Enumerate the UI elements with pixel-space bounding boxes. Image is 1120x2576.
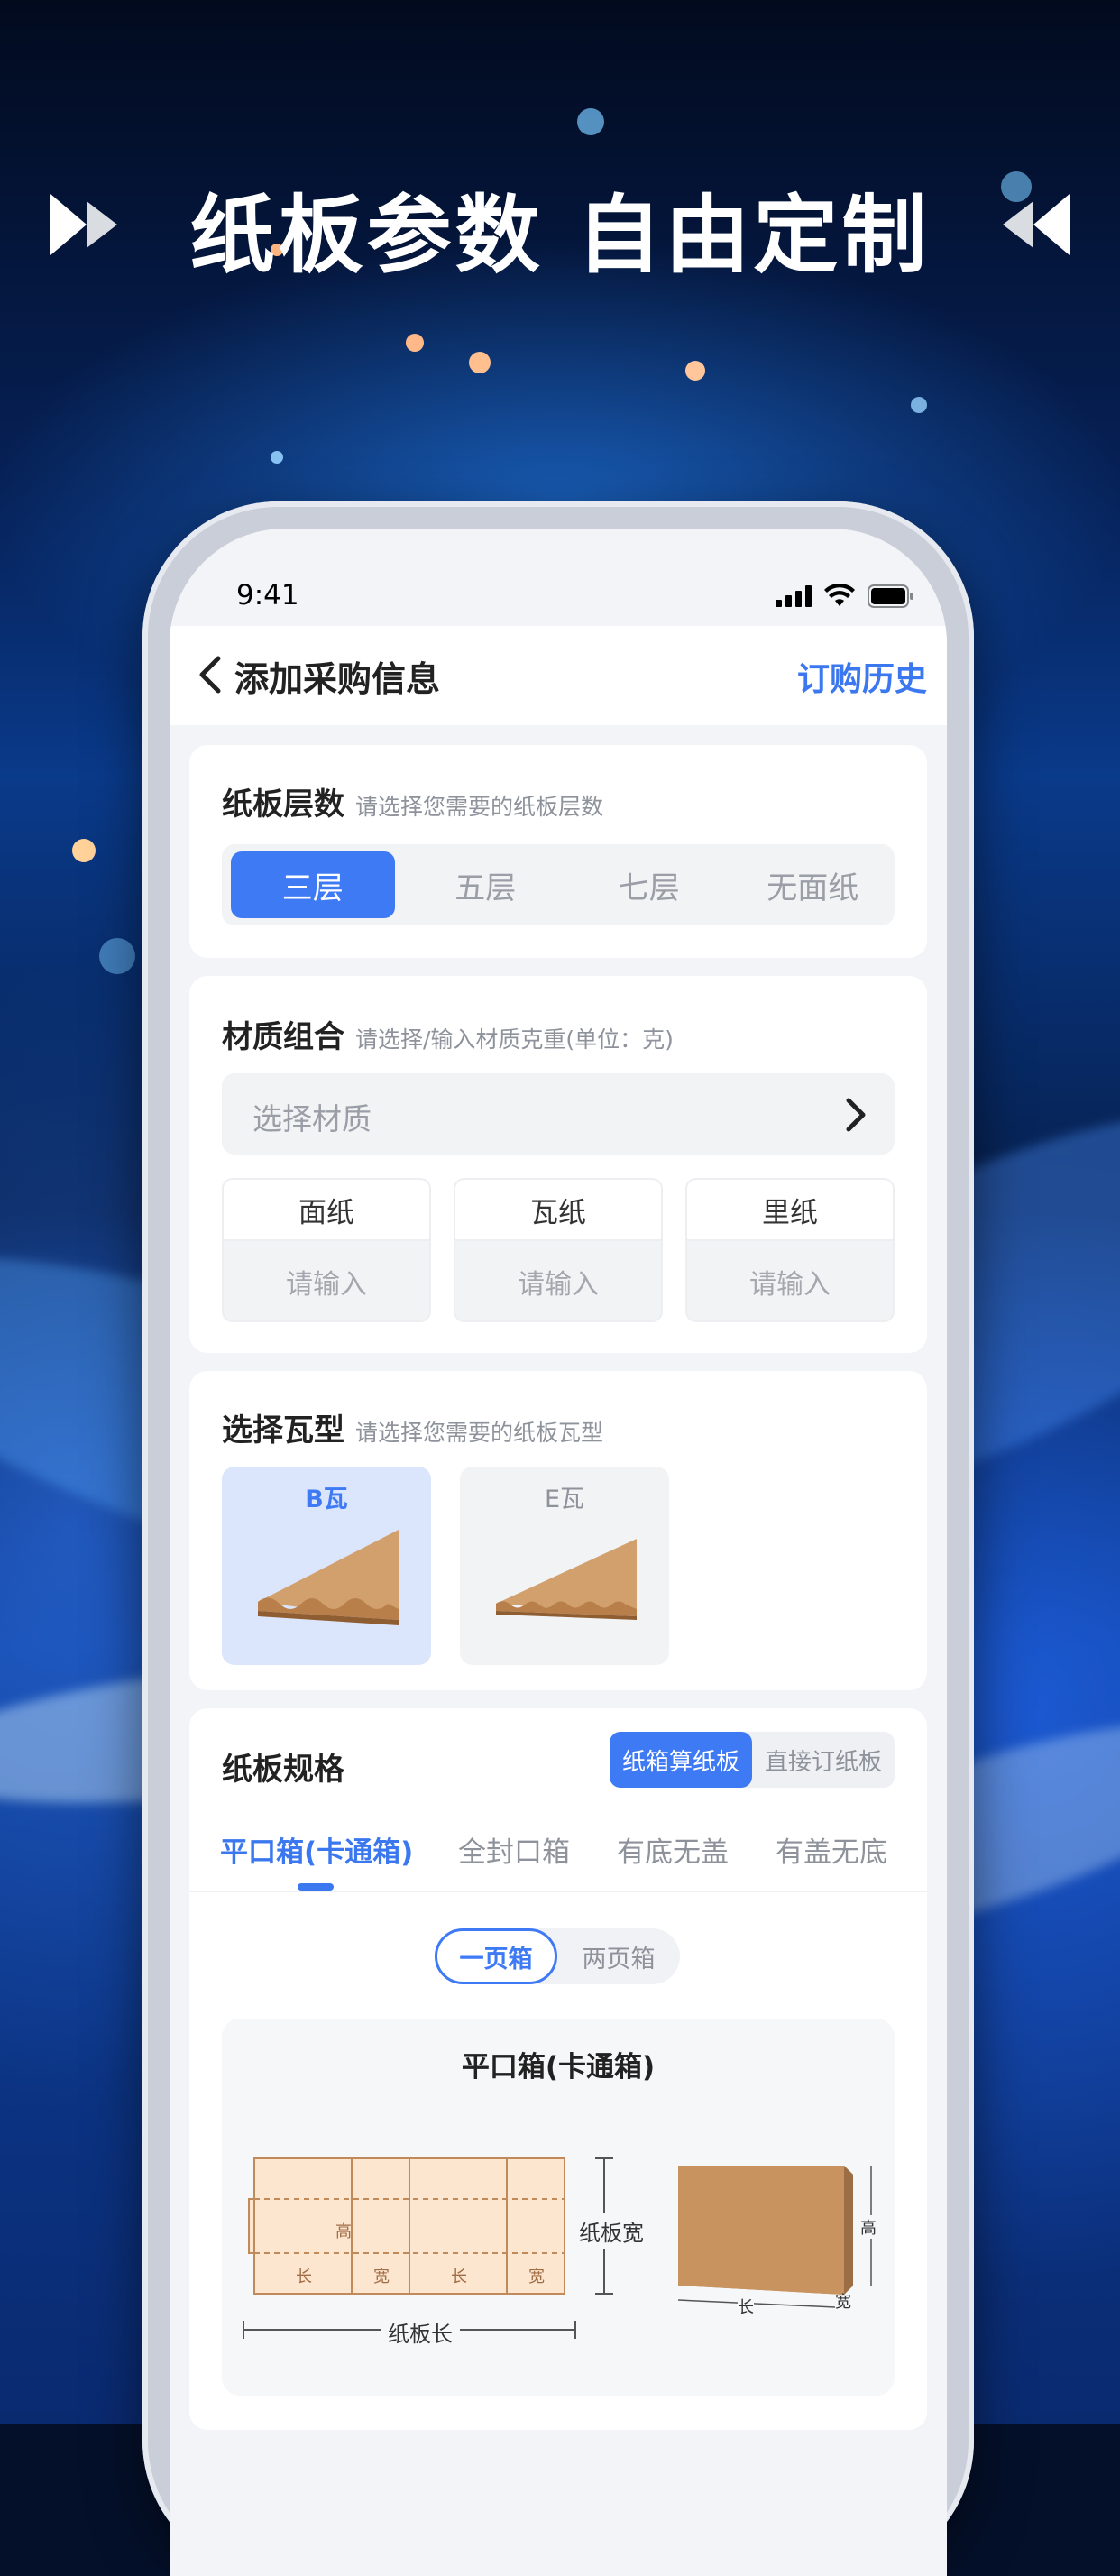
layer-option-5[interactable]: 五层 <box>404 844 568 925</box>
headline-text: 纸板参数 自由定制 <box>189 187 931 285</box>
liner-paper-field: 里纸 请输入 <box>685 1178 895 1322</box>
form-content: 纸板层数 请选择您需要的纸板层数 三层 五层 七层 无面纸 材质组合 请选择/输入材… <box>170 727 947 2576</box>
active-tab-indicator <box>298 1883 334 1891</box>
spec-mode-switch: 纸箱算纸板 直接订纸板 <box>609 1732 895 1788</box>
chevron-right-icon <box>846 1098 866 1132</box>
flute-paper-field: 瓦纸 请输入 <box>454 1178 663 1322</box>
face-paper-field: 面纸 请输入 <box>222 1178 431 1322</box>
flute-title: 选择瓦型 <box>222 1412 344 1449</box>
tab-bottom-no-lid[interactable]: 有底无盖 <box>617 1829 729 1870</box>
material-select[interactable]: 选择材质 <box>222 1073 895 1155</box>
flute-hint: 请选择您需要的纸板瓦型 <box>355 1420 604 1446</box>
back-icon[interactable] <box>193 653 229 696</box>
face-paper-label: 面纸 <box>224 1180 429 1241</box>
diagram-board-length-label: 纸板长 <box>381 2316 460 2348</box>
play-right-icon <box>50 179 132 278</box>
status-time: 9:41 <box>236 579 299 612</box>
status-bar: 9:41 <box>170 579 947 624</box>
two-page-box-option[interactable]: 两页箱 <box>557 1928 680 1984</box>
corrugated-board-b-icon <box>258 1530 399 1625</box>
material-hint: 请选择/输入材质克重(单位：克) <box>355 1026 674 1053</box>
wifi-icon <box>824 584 855 606</box>
material-card: 材质组合请选择/输入材质克重(单位：克) 选择材质 面纸 请输入 瓦纸 请输入 <box>189 976 927 1353</box>
tab-sealed-box[interactable]: 全封口箱 <box>458 1829 570 1870</box>
material-inputs: 面纸 请输入 瓦纸 请输入 里纸 请输入 <box>222 1178 895 1322</box>
layer-option-none[interactable]: 无面纸 <box>731 844 895 925</box>
mode-direct-board[interactable]: 直接订纸板 <box>752 1732 895 1788</box>
box-type-tabs: 平口箱(卡通箱) 全封口箱 有底无盖 有盖无底 <box>189 1809 927 1892</box>
order-history-link[interactable]: 订购历史 <box>797 653 927 700</box>
box-diagram: 平口箱(卡通箱) 高 长 宽 长 宽 纸板长 纸板宽 高 长 宽 <box>222 2019 895 2396</box>
diagram-box-height-label: 高 <box>860 2215 877 2239</box>
nav-bar: 添加采购信息 订购历史 <box>170 626 947 725</box>
flute-option-e[interactable]: E瓦 <box>460 1467 669 1665</box>
liner-paper-input[interactable]: 请输入 <box>687 1241 893 1320</box>
flute-option-b[interactable]: B瓦 <box>222 1467 431 1665</box>
one-page-box-option[interactable]: 一页箱 <box>435 1928 557 1984</box>
flute-card: 选择瓦型 请选择您需要的纸板瓦型 B瓦 E瓦 <box>189 1371 927 1690</box>
tab-lid-no-bottom[interactable]: 有盖无底 <box>776 1829 887 1870</box>
spec-title: 纸板规格 <box>222 1752 344 1788</box>
diagram-width-label-1: 宽 <box>373 2268 390 2286</box>
battery-icon <box>868 584 913 608</box>
spec-card: 纸板规格 纸箱算纸板 直接订纸板 平口箱(卡通箱) 全封口箱 有底无盖 有盖无底… <box>189 1708 927 2430</box>
box-unfold-diagram <box>243 2157 872 2339</box>
material-heading: 材质组合 请选择/输入材质克重(单位：克) <box>222 1012 674 1056</box>
page-toggle: 一页箱 两页箱 <box>435 1928 680 1984</box>
flute-paper-input[interactable]: 请输入 <box>455 1241 661 1320</box>
layers-card: 纸板层数 请选择您需要的纸板层数 三层 五层 七层 无面纸 <box>189 745 927 958</box>
layers-hint: 请选择您需要的纸板层数 <box>355 794 604 820</box>
diagram-box-width-label: 宽 <box>835 2293 851 2312</box>
layer-option-3[interactable]: 三层 <box>231 851 395 918</box>
diagram-length-label-1: 长 <box>296 2268 312 2286</box>
liner-paper-label: 里纸 <box>687 1180 893 1241</box>
promo-headline: 纸板参数 自由定制 <box>0 167 1120 290</box>
tab-flat-box[interactable]: 平口箱(卡通箱) <box>220 1829 413 1870</box>
material-select-placeholder: 选择材质 <box>252 1101 372 1136</box>
diagram-board-width-label: 纸板宽 <box>579 2213 644 2249</box>
diagram-length-label-2: 长 <box>451 2268 467 2286</box>
play-left-icon <box>988 179 1070 278</box>
diagram-height-label: 高 <box>335 2222 352 2241</box>
material-title: 材质组合 <box>222 1019 344 1055</box>
layers-heading: 纸板层数 请选择您需要的纸板层数 <box>222 779 603 823</box>
signal-icon <box>776 585 812 607</box>
page-title: 添加采购信息 <box>234 659 441 699</box>
layers-title: 纸板层数 <box>222 787 344 823</box>
layers-segmented-control: 三层 五层 七层 无面纸 <box>222 844 895 925</box>
layer-option-7[interactable]: 七层 <box>567 844 731 925</box>
flute-paper-label: 瓦纸 <box>455 1180 661 1241</box>
diagram-width-label-2: 宽 <box>528 2268 545 2286</box>
diagram-box-length-label: 长 <box>738 2295 754 2318</box>
flute-heading: 选择瓦型 请选择您需要的纸板瓦型 <box>222 1405 603 1449</box>
app-screen: 9:41 添加采购信息 订购历史 纸板层数请选择您需要的纸板层数 三层 五层 <box>170 529 947 2576</box>
face-paper-input[interactable]: 请输入 <box>224 1241 429 1320</box>
mode-box-to-board[interactable]: 纸箱算纸板 <box>609 1732 752 1788</box>
corrugated-board-e-icon <box>496 1539 637 1620</box>
phone-frame: 9:41 添加采购信息 订购历史 纸板层数请选择您需要的纸板层数 三层 五层 <box>142 501 974 2576</box>
